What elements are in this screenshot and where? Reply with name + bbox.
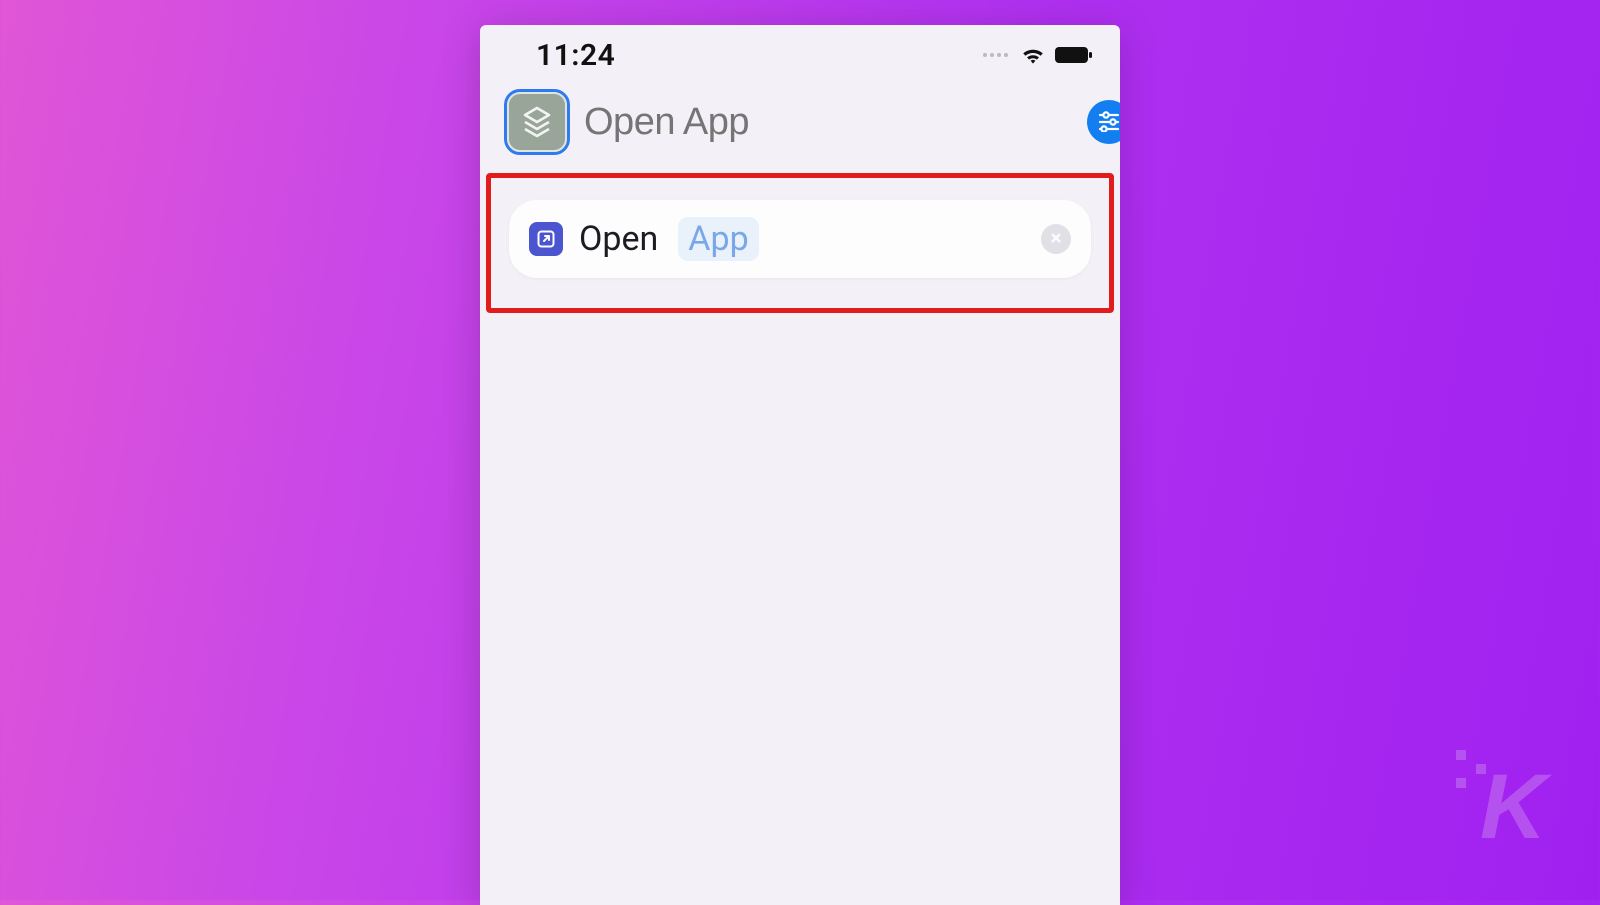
close-icon: [1049, 230, 1063, 249]
action-verb: Open: [579, 219, 658, 259]
open-app-action-card[interactable]: Open App: [509, 200, 1091, 278]
wifi-icon: [1020, 45, 1046, 65]
shortcut-title-input[interactable]: [584, 101, 1073, 144]
action-app-parameter[interactable]: App: [678, 217, 758, 261]
battery-icon: [1054, 45, 1094, 65]
shortcut-header: [480, 79, 1120, 169]
cellular-dots-icon: [983, 53, 1008, 57]
sliders-icon: [1097, 108, 1120, 136]
watermark-logo: K: [1450, 746, 1570, 860]
settings-button[interactable]: [1087, 100, 1120, 144]
svg-text:K: K: [1480, 756, 1553, 856]
phone-frame: 11:24: [480, 25, 1120, 905]
status-time: 11:24: [536, 38, 615, 73]
status-icons: [983, 45, 1094, 65]
shortcut-app-icon[interactable]: [504, 89, 570, 155]
highlight-annotation: Open App: [486, 173, 1114, 313]
clear-action-button[interactable]: [1041, 224, 1071, 254]
open-app-action-icon: [529, 222, 563, 256]
status-bar: 11:24: [480, 25, 1120, 79]
